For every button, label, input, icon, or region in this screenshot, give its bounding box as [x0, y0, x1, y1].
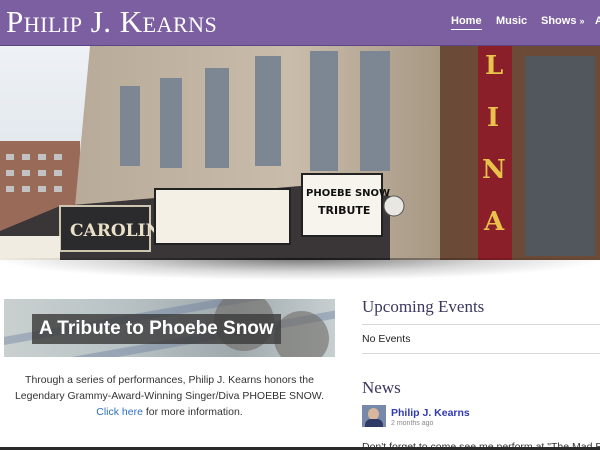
no-events-text: No Events — [362, 333, 411, 345]
avatar[interactable] — [362, 405, 386, 427]
main-nav: Home Music Shows» A — [0, 0, 600, 46]
nav-shows[interactable]: Shows» — [541, 14, 584, 28]
vertical-sign-letter: N — [482, 155, 506, 185]
hero-image: L I N A CAROLINA PHOEBE SNOW TRIBUTE — [0, 46, 600, 260]
nav-music[interactable]: Music — [496, 14, 527, 28]
banner-face-image — [274, 311, 329, 357]
nav-more[interactable]: A — [595, 14, 600, 28]
divider — [362, 353, 600, 354]
vertical-sign-letter: I — [487, 103, 499, 133]
nav-shows-label: Shows — [541, 15, 577, 27]
click-here-link[interactable]: Click here — [96, 406, 143, 418]
banner-title: A Tribute to Phoebe Snow — [32, 314, 281, 344]
vertical-sign-letter: L — [485, 51, 503, 81]
tribute-description: Through a series of performances, Philip… — [6, 372, 333, 420]
nav-home[interactable]: Home — [451, 14, 482, 30]
marquee-sign-line1: PHOEBE SNOW — [306, 188, 390, 199]
site-header: Philip J. Kearns Home Music Shows» A — [0, 0, 600, 46]
theater-illustration: L I N A CAROLINA PHOEBE SNOW TRIBUTE — [0, 46, 600, 260]
marquee-sign-line2: TRIBUTE — [318, 204, 370, 217]
tribute-text-end: for more information. — [145, 406, 243, 418]
chevron-down-icon: » — [579, 16, 585, 26]
news-title: News — [362, 378, 401, 397]
tribute-banner[interactable]: A Tribute to Phoebe Snow — [4, 299, 335, 357]
tribute-text-start: Through a series of performances, Philip… — [14, 374, 325, 402]
divider — [362, 324, 600, 325]
hero-shadow — [0, 258, 600, 280]
vertical-sign-letter: A — [483, 207, 505, 237]
news-author-link[interactable]: Philip J. Kearns — [391, 407, 470, 419]
avatar-body — [365, 419, 383, 427]
news-timestamp: 2 months ago — [391, 420, 434, 427]
upcoming-events-title: Upcoming Events — [362, 297, 485, 316]
